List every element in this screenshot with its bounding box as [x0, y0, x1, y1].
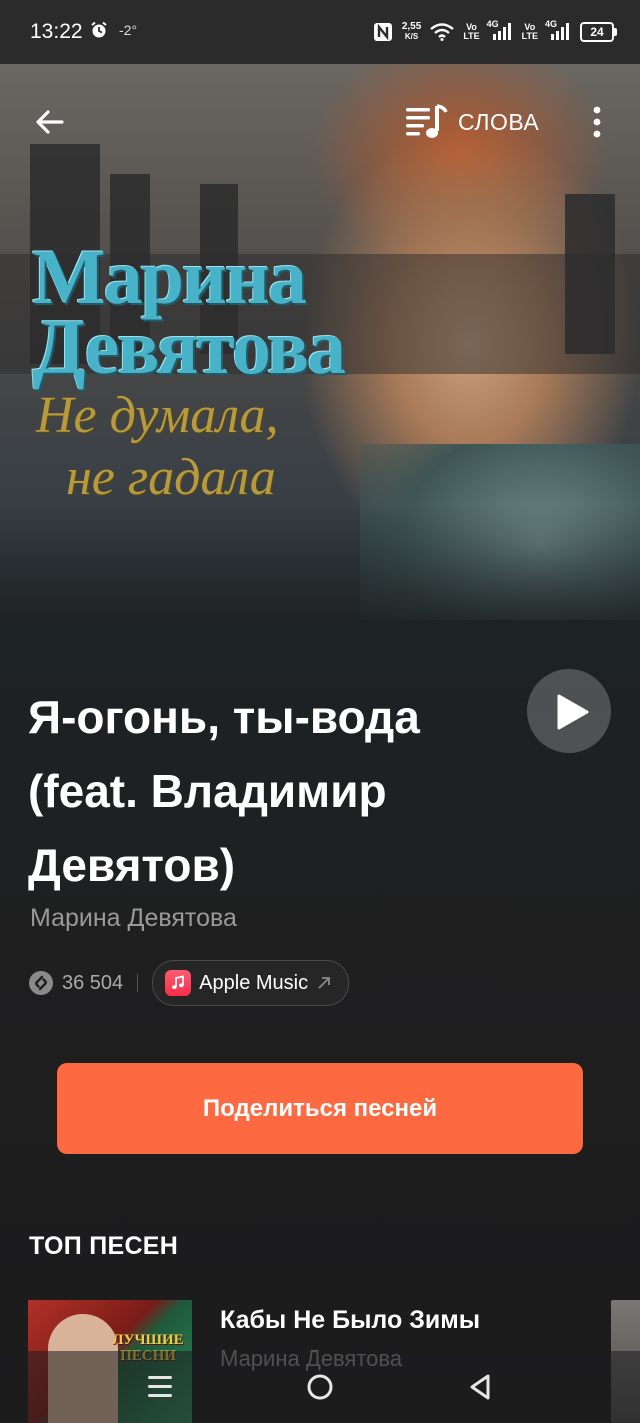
cover-lettering: Марина Девятова Не думала, не гадала — [32, 233, 346, 506]
apple-music-label: Apple Music — [199, 971, 309, 994]
cover-artist-line: Девятова — [32, 303, 346, 390]
system-nav-bar — [0, 1351, 640, 1423]
play-icon — [557, 694, 589, 730]
more-vertical-icon[interactable] — [582, 102, 612, 142]
lyrics-label: СЛОВА — [458, 108, 540, 135]
net-speed: 2,55 K/S — [401, 21, 422, 42]
shazam-count: 36 504 — [28, 970, 123, 996]
cover-album-line: не гадала — [66, 449, 276, 506]
alarm-icon — [91, 21, 107, 38]
recents-menu-icon[interactable] — [146, 1369, 174, 1405]
artist-name[interactable]: Марина Девятова — [30, 904, 237, 933]
wifi-icon — [430, 23, 455, 41]
apple-music-icon — [165, 970, 192, 996]
sim1-signal: 4G — [487, 20, 513, 42]
nfc-icon — [373, 23, 392, 41]
sim2-signal: 4G — [545, 20, 571, 42]
apple-music-button[interactable]: Apple Music — [152, 960, 350, 1006]
back-arrow-icon[interactable] — [30, 102, 70, 142]
external-link-icon — [318, 977, 331, 989]
song-meta-row: 36 504 Apple Music — [28, 960, 350, 1006]
shazam-count-value: 36 504 — [62, 971, 124, 994]
home-circle-icon[interactable] — [305, 1369, 335, 1405]
battery-icon: 24 — [580, 22, 617, 42]
status-time: 13:22 — [30, 20, 83, 43]
status-temperature: -2° — [119, 22, 138, 38]
status-bar: 13:22 -2° 2,55 K/S Vo LTE 4G Vo LTE 4G 2… — [0, 0, 640, 64]
shazam-icon — [29, 971, 53, 995]
back-triangle-icon[interactable] — [466, 1369, 494, 1405]
play-button[interactable] — [527, 669, 611, 753]
lyrics-button[interactable]: СЛОВА — [404, 100, 539, 144]
album-cover: Марина Девятова Не думала, не гадала — [0, 64, 640, 664]
song-title: Я-огонь, ты-вода (feat. Владимир Девятов… — [28, 691, 420, 891]
divider — [137, 974, 139, 992]
status-icons: 2,55 K/S Vo LTE 4G Vo LTE 4G 24 — [373, 16, 617, 48]
top-songs-heading: ТОП ПЕСЕН — [29, 1232, 179, 1260]
track-title: Кабы Не Было Зимы — [220, 1306, 481, 1334]
sim2-volte-tag: Vo LTE — [521, 22, 538, 41]
cover-artist-line: Марина — [32, 233, 307, 320]
lyrics-icon — [406, 104, 448, 138]
share-song-button[interactable]: Поделиться песней — [57, 1063, 583, 1154]
cover-album-line: Не думала, — [36, 387, 279, 444]
sim1-volte-tag: Vo LTE — [463, 22, 480, 41]
